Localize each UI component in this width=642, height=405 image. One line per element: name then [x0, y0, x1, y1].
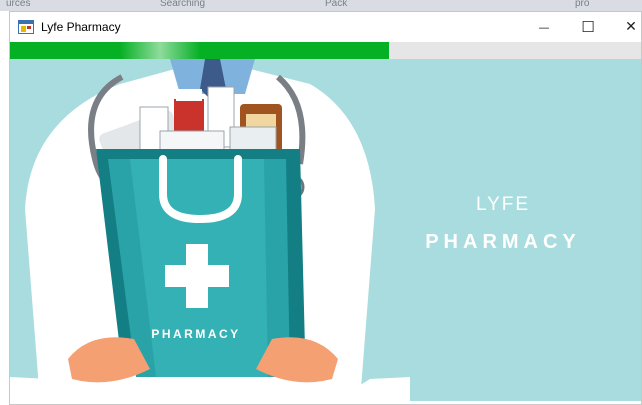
minimize-icon: —	[538, 20, 550, 34]
window-title: Lyfe Pharmacy	[41, 20, 121, 34]
brand-text: LYFE PHARMACY	[408, 194, 598, 254]
loading-progress-bar	[10, 42, 641, 59]
maximize-button[interactable]: ☐	[566, 12, 610, 42]
background-text: urces	[6, 0, 31, 9]
minimize-button[interactable]: —	[522, 12, 566, 42]
background-text: Searching	[160, 0, 206, 9]
bottle-cap-icon	[176, 89, 202, 101]
bag-label: PHARMACY	[151, 327, 240, 341]
brand-name-line2: PHARMACY	[425, 231, 581, 253]
title-bar[interactable]: Lyfe Pharmacy — ☐ ✕	[10, 12, 641, 42]
maximize-icon: ☐	[581, 18, 595, 36]
medical-cross-bar	[165, 265, 229, 287]
pharmacist-illustration: PHARMACY	[10, 59, 410, 401]
progress-fill	[10, 42, 389, 59]
app-icon	[18, 20, 34, 34]
close-icon: ✕	[625, 19, 637, 35]
background-text: pro	[575, 0, 590, 9]
background-window-strip: urces Searching Pack pro	[0, 0, 642, 11]
splash-window: Lyfe Pharmacy — ☐ ✕ PHARMACY LYFE PHARMA…	[9, 11, 642, 405]
splash-image: PHARMACY LYFE PHARMACY	[10, 59, 641, 401]
brand-name-line1: LYFE	[475, 194, 531, 215]
close-button[interactable]: ✕	[609, 12, 642, 42]
background-text: Pack	[325, 0, 348, 9]
